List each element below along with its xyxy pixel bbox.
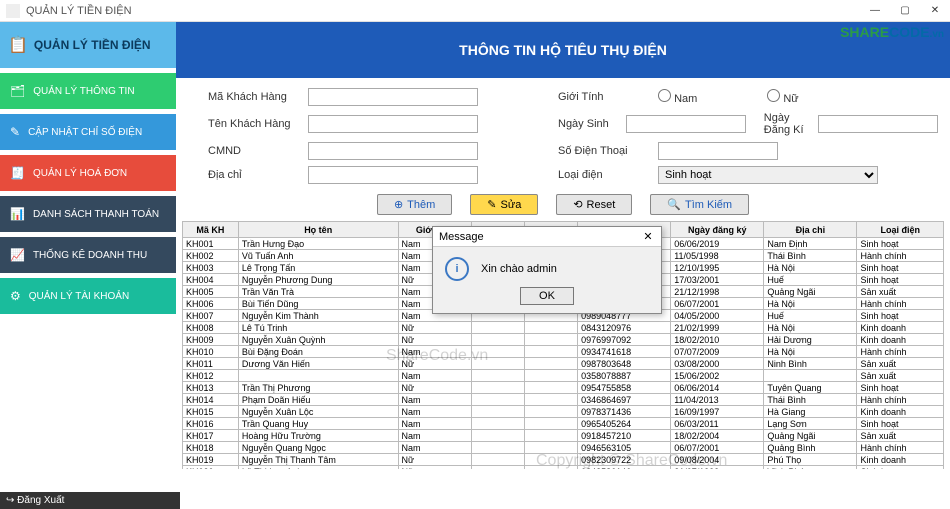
column-header[interactable]: Loại điện: [857, 222, 944, 238]
label-sdt: Số Điện Thoại: [558, 145, 658, 157]
timkiem-button[interactable]: 🔍Tìm Kiếm: [650, 194, 749, 215]
radio-label: Nam: [674, 93, 697, 105]
dialog-text: Xin chào admin: [481, 263, 557, 275]
brand-icon: 📋: [8, 35, 28, 55]
table-row[interactable]: KH008Lê Tú TrinhNữ084312097621/02/1999Hà…: [183, 322, 944, 334]
diachi-input[interactable]: [308, 166, 478, 184]
table-row[interactable]: KH020Lã Thị Lan AnhNữ084358614621/07/199…: [183, 466, 944, 470]
nav-label: QUẢN LÝ THÔNG TIN: [33, 86, 134, 97]
sdt-input[interactable]: [658, 142, 778, 160]
ma-kh-input[interactable]: [308, 88, 478, 106]
table-row[interactable]: KH015Nguyễn Xuân LộcNam097837143616/09/1…: [183, 406, 944, 418]
table-row[interactable]: KH010Bùi Đặng ĐoánNam093474161807/07/200…: [183, 346, 944, 358]
table-row[interactable]: KH012Nam035807888715/06/2002Sản xuất: [183, 370, 944, 382]
edit-icon: ✎: [10, 125, 20, 139]
brand: 📋 QUẢN LÝ TIỀN ĐIỆN: [0, 22, 176, 68]
nav-label: QUẢN LÝ TÀI KHOẢN: [29, 291, 129, 302]
window-close-button[interactable]: ✕: [920, 0, 950, 22]
invoice-icon: 🧾: [10, 166, 25, 180]
nav-revenue-stats[interactable]: 📈 THỐNG KÊ DOANH THU: [0, 237, 176, 273]
window-title: QUẢN LÝ TIỀN ĐIỆN: [26, 5, 132, 17]
nav-label: QUẢN LÝ HOÁ ĐƠN: [33, 168, 127, 179]
table-row[interactable]: KH014Phạm Doãn HiếuNam034686469711/04/20…: [183, 394, 944, 406]
dialog-close-button[interactable]: ✕: [635, 230, 661, 243]
nav-info[interactable]: 🗂 QUẢN LÝ THÔNG TIN: [0, 73, 176, 109]
form: Mã Khách Hàng Giới Tính Nam Nữ Tên Khách…: [176, 78, 950, 190]
page-title: THÔNG TIN HỘ TIÊU THỤ ĐIỆN: [176, 22, 950, 78]
nav-label: THỐNG KÊ DOANH THU: [33, 250, 147, 261]
window-titlebar: QUẢN LÝ TIỀN ĐIỆN — ▢ ✕: [0, 0, 950, 22]
loaidien-select[interactable]: Sinh hoạt: [658, 166, 878, 184]
sua-button[interactable]: ✎Sửa: [470, 194, 538, 215]
column-header[interactable]: Họ tên: [238, 222, 398, 238]
sidebar: 📋 QUẢN LÝ TIỀN ĐIỆN 🗂 QUẢN LÝ THÔNG TIN ✎…: [0, 22, 176, 492]
label-ma-kh: Mã Khách Hàng: [208, 91, 308, 103]
message-dialog: Message ✕ i Xin chào admin OK: [432, 226, 662, 314]
person-search-icon: 🔍: [667, 198, 681, 211]
info-icon: i: [445, 257, 469, 281]
logout-icon: ↪: [6, 495, 14, 506]
table-row[interactable]: KH011Dương Văn HiếnNữ098780364803/08/200…: [183, 358, 944, 370]
reset-button[interactable]: ⟲Reset: [556, 194, 632, 215]
folder-icon: 🗂: [10, 84, 25, 98]
ngaysinh-input[interactable]: [626, 115, 746, 133]
ngaydk-input[interactable]: [818, 115, 938, 133]
label-ngaysinh: Ngày Sinh: [558, 118, 626, 130]
cmnd-input[interactable]: [308, 142, 478, 160]
action-buttons: ⊕Thêm ✎Sửa ⟲Reset 🔍Tìm Kiếm: [176, 190, 950, 221]
nav-invoice[interactable]: 🧾 QUẢN LÝ HOÁ ĐƠN: [0, 155, 176, 191]
chart-icon: 📊: [10, 207, 25, 221]
table-row[interactable]: KH009Nguyễn Xuân QuỳnhNữ097699709218/02/…: [183, 334, 944, 346]
table-row[interactable]: KH016Trần Quang HuyNam096540526406/03/20…: [183, 418, 944, 430]
radio-label: Nữ: [783, 93, 798, 105]
label-cmnd: CMND: [208, 145, 308, 157]
column-header[interactable]: Địa chỉ: [764, 222, 857, 238]
label-ngaydk: Ngày Đăng Kí: [764, 112, 818, 136]
window-minimize-button[interactable]: —: [860, 0, 890, 22]
pencil-icon: ✎: [487, 198, 496, 211]
column-header[interactable]: Mã KH: [183, 222, 239, 238]
logout-button[interactable]: ↪ Đăng Xuất: [0, 492, 180, 509]
dialog-ok-button[interactable]: OK: [520, 287, 574, 305]
label-diachi: Địa chỉ: [208, 169, 308, 181]
table-row[interactable]: KH019Nguyễn Thị Thanh TâmNữ098230972209/…: [183, 454, 944, 466]
dialog-title: Message: [439, 231, 484, 243]
ten-kh-input[interactable]: [308, 115, 478, 133]
line-chart-icon: 📈: [10, 248, 25, 262]
refresh-icon: ⟲: [573, 198, 582, 211]
label-loaidien: Loại điện: [558, 169, 658, 181]
gender-nam-radio[interactable]: [658, 89, 671, 102]
column-header[interactable]: Ngày đăng ký: [671, 222, 764, 238]
label-ten-kh: Tên Khách Hàng: [208, 118, 308, 130]
nav-payment-list[interactable]: 📊 DANH SÁCH THANH TOÁN: [0, 196, 176, 232]
gender-nu-radio[interactable]: [767, 89, 780, 102]
table-row[interactable]: KH013Trần Thị PhươngNữ095475585806/06/20…: [183, 382, 944, 394]
nav-label: DANH SÁCH THANH TOÁN: [33, 209, 159, 220]
brand-label: QUẢN LÝ TIỀN ĐIỆN: [34, 38, 151, 52]
nav-account[interactable]: ⚙ QUẢN LÝ TÀI KHOẢN: [0, 278, 176, 314]
nav-update-index[interactable]: ✎ CẬP NHẬT CHỈ SỐ ĐIỆN: [0, 114, 176, 150]
nav-label: CẬP NHẬT CHỈ SỐ ĐIỆN: [28, 127, 142, 138]
sharecode-logo: SHARECODE.vn: [840, 24, 944, 40]
window-maximize-button[interactable]: ▢: [890, 0, 920, 22]
table-row[interactable]: KH018Nguyễn Quang NgọcNam094656310506/07…: [183, 442, 944, 454]
label-gioitinh: Giới Tính: [558, 91, 658, 103]
table-row[interactable]: KH017Hoàng Hữu TrườngNam091845721018/02/…: [183, 430, 944, 442]
them-button[interactable]: ⊕Thêm: [377, 194, 452, 215]
plus-icon: ⊕: [394, 198, 403, 211]
app-icon: [6, 4, 20, 18]
gear-icon: ⚙: [10, 289, 21, 303]
